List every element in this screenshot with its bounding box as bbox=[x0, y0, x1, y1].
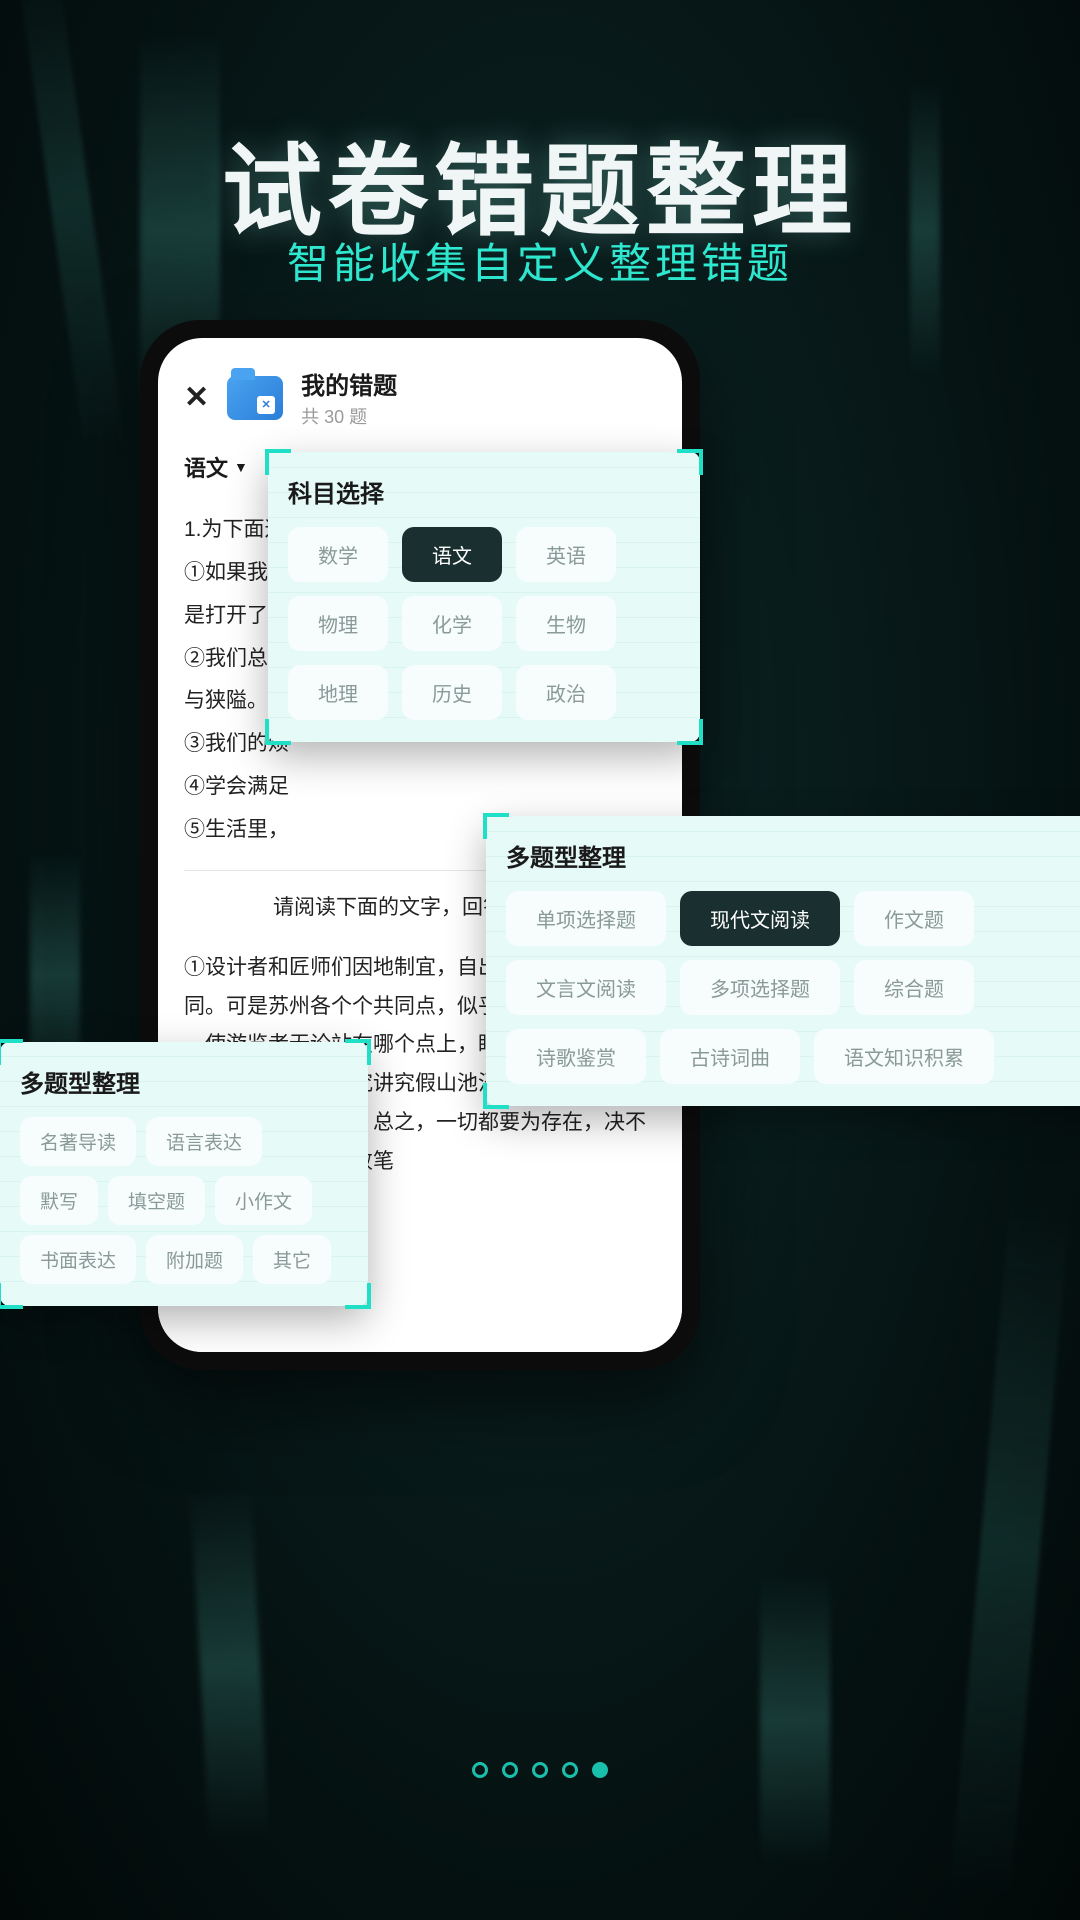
subject-panel: 科目选择 数学语文英语物理化学生物地理历史政治 bbox=[268, 452, 700, 742]
type-panel: 多题型整理 单项选择题现代文阅读作文题文言文阅读多项选择题综合题诗歌鉴赏古诗词曲… bbox=[486, 816, 1080, 1106]
chip-数学[interactable]: 数学 bbox=[288, 527, 388, 582]
page-dot[interactable] bbox=[592, 1762, 608, 1778]
hero-subtitle: 智能收集自定义整理错题 bbox=[0, 230, 1080, 291]
chip-多项选择题[interactable]: 多项选择题 bbox=[680, 960, 840, 1015]
chip-作文题[interactable]: 作文题 bbox=[854, 891, 974, 946]
chip-语言表达[interactable]: 语言表达 bbox=[146, 1117, 262, 1166]
type-panel-title: 多题型整理 bbox=[506, 838, 1080, 873]
chip-默写[interactable]: 默写 bbox=[20, 1176, 98, 1225]
type-panel-2: 多题型整理 名著导读语言表达默写填空题小作文书面表达附加题其它 bbox=[0, 1042, 368, 1306]
chip-单项选择题[interactable]: 单项选择题 bbox=[506, 891, 666, 946]
folder-icon bbox=[227, 376, 283, 420]
chip-生物[interactable]: 生物 bbox=[516, 596, 616, 651]
subject-current: 语文 bbox=[184, 451, 228, 483]
pagination-dots bbox=[0, 1762, 1080, 1778]
chip-其它[interactable]: 其它 bbox=[253, 1235, 331, 1284]
chip-物理[interactable]: 物理 bbox=[288, 596, 388, 651]
chip-文言文阅读[interactable]: 文言文阅读 bbox=[506, 960, 666, 1015]
chip-名著导读[interactable]: 名著导读 bbox=[20, 1117, 136, 1166]
chip-小作文[interactable]: 小作文 bbox=[215, 1176, 312, 1225]
chip-综合题[interactable]: 综合题 bbox=[854, 960, 974, 1015]
type-panel2-title: 多题型整理 bbox=[20, 1064, 348, 1099]
chip-附加题[interactable]: 附加题 bbox=[146, 1235, 243, 1284]
close-icon[interactable]: ✕ bbox=[184, 380, 209, 415]
header: ✕ 我的错题 共 30 题 bbox=[184, 366, 656, 429]
page-dot[interactable] bbox=[502, 1762, 518, 1778]
chip-现代文阅读[interactable]: 现代文阅读 bbox=[680, 891, 840, 946]
chip-化学[interactable]: 化学 bbox=[402, 596, 502, 651]
page-dot[interactable] bbox=[562, 1762, 578, 1778]
page-title: 我的错题 bbox=[301, 366, 397, 401]
subject-panel-title: 科目选择 bbox=[288, 474, 680, 509]
chip-书面表达[interactable]: 书面表达 bbox=[20, 1235, 136, 1284]
chip-历史[interactable]: 历史 bbox=[402, 665, 502, 720]
count-label: 共 30 题 bbox=[301, 403, 397, 429]
chevron-down-icon: ▼ bbox=[234, 459, 248, 475]
chip-地理[interactable]: 地理 bbox=[288, 665, 388, 720]
chip-语文知识积累[interactable]: 语文知识积累 bbox=[814, 1029, 994, 1084]
chip-英语[interactable]: 英语 bbox=[516, 527, 616, 582]
chip-填空题[interactable]: 填空题 bbox=[108, 1176, 205, 1225]
page-dot[interactable] bbox=[532, 1762, 548, 1778]
chip-诗歌鉴赏[interactable]: 诗歌鉴赏 bbox=[506, 1029, 646, 1084]
question-line: ④学会满足 bbox=[184, 768, 656, 807]
page-dot[interactable] bbox=[472, 1762, 488, 1778]
chip-政治[interactable]: 政治 bbox=[516, 665, 616, 720]
chip-古诗词曲[interactable]: 古诗词曲 bbox=[660, 1029, 800, 1084]
chip-语文[interactable]: 语文 bbox=[402, 527, 502, 582]
